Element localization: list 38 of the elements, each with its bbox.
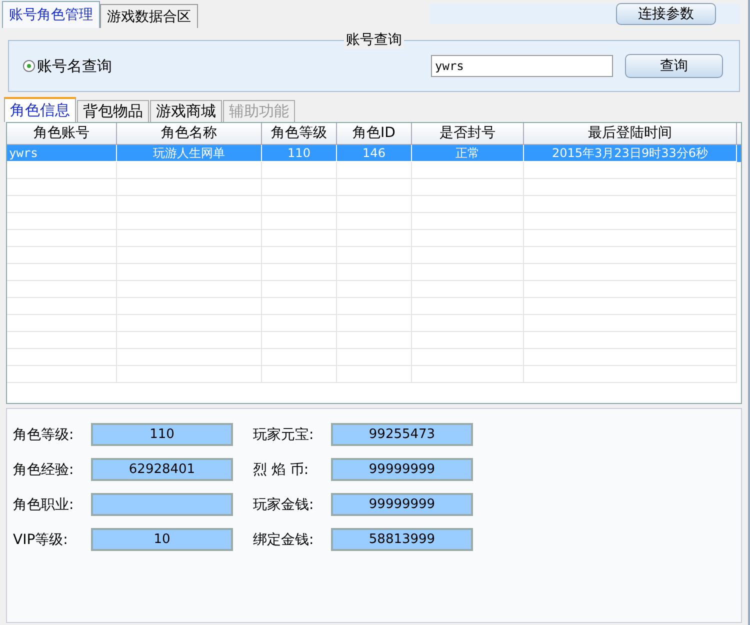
column-header[interactable]: 角色账号 <box>7 123 117 144</box>
query-button[interactable]: 查询 <box>625 54 723 78</box>
value-field[interactable]: 62928401 <box>91 458 233 481</box>
value-field[interactable]: 99999999 <box>331 493 473 516</box>
table-cell: 146 <box>337 145 412 162</box>
tab[interactable]: 背包物品 <box>77 100 149 122</box>
field-label: 玩家金钱: <box>253 496 315 514</box>
value-field[interactable] <box>91 493 233 516</box>
field-label: 角色经验: <box>13 460 75 478</box>
table-cell: 110 <box>262 145 337 162</box>
field-label: 角色职业: <box>13 496 75 514</box>
column-header[interactable]: 角色ID <box>337 123 412 144</box>
value-field[interactable]: 99999999 <box>331 458 473 481</box>
tab[interactable]: 游戏数据合区 <box>100 4 198 28</box>
table-cell: 2015年3月23日9时33分6秒 <box>524 145 737 162</box>
tab[interactable]: 账号角色管理 <box>2 1 100 28</box>
column-header[interactable]: 最后登陆时间 <box>524 123 737 144</box>
account-input-field[interactable]: ywrs <box>431 55 613 77</box>
group-title: 账号查询 <box>344 31 404 49</box>
field-label: 角色等级: <box>13 426 75 444</box>
value-field[interactable]: 10 <box>91 528 233 551</box>
table-cell: 玩游人生网单 <box>117 145 262 162</box>
tab[interactable]: 角色信息 <box>4 97 76 122</box>
field-label: 烈 焰 币: <box>253 460 310 478</box>
table-cell: 正常 <box>412 145 524 162</box>
column-header[interactable]: 角色等级 <box>262 123 337 144</box>
table-cell: ywrs <box>7 145 117 162</box>
column-header[interactable]: 是否封号 <box>412 123 524 144</box>
value-field[interactable]: 110 <box>91 423 233 446</box>
radio-button[interactable]: 账号名查询 <box>23 56 112 76</box>
tab[interactable]: 游戏商城 <box>150 100 222 122</box>
field-label: 玩家元宝: <box>253 426 315 444</box>
value-field[interactable]: 58813999 <box>331 528 473 551</box>
column-header[interactable]: 角色名称 <box>117 123 262 144</box>
value-field[interactable]: 99255473 <box>331 423 473 446</box>
field-label: VIP等级: <box>13 530 69 548</box>
connect-settings-button[interactable]: 连接参数 <box>616 3 716 25</box>
field-label: 绑定金钱: <box>253 530 315 548</box>
